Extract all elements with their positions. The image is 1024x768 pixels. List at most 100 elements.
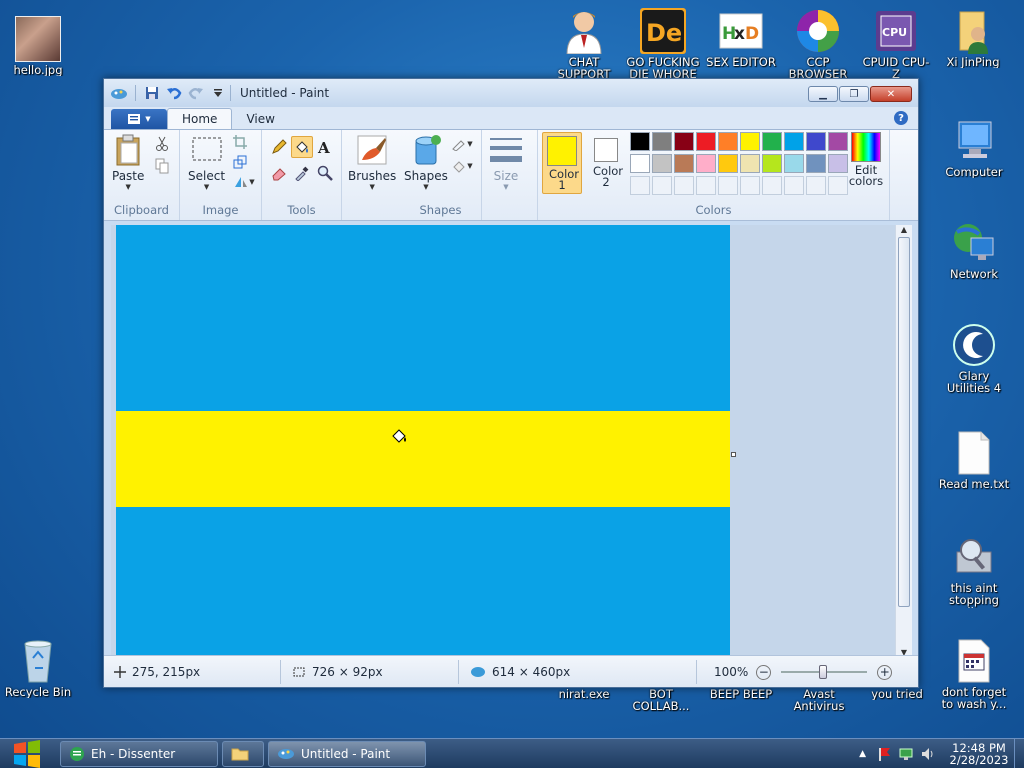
- color-swatch[interactable]: [828, 154, 848, 173]
- desktop-icon-computer[interactable]: Computer: [937, 118, 1011, 178]
- eraser-button[interactable]: [268, 162, 290, 184]
- title-bar[interactable]: Untitled - Paint ▁ ❐ ✕: [104, 79, 918, 107]
- color-swatch[interactable]: [762, 176, 782, 195]
- network-tray-icon[interactable]: [898, 746, 914, 762]
- edit-colors-button[interactable]: Edit colors: [846, 132, 886, 187]
- color-swatch[interactable]: [652, 154, 672, 173]
- color-swatch[interactable]: [762, 132, 782, 151]
- desktop-icon-hello[interactable]: hello.jpg: [1, 16, 75, 76]
- undo-icon[interactable]: [165, 84, 183, 102]
- desktop-icon-network[interactable]: Network: [937, 220, 1011, 280]
- paste-button[interactable]: Paste ▼: [112, 134, 144, 191]
- select-button[interactable]: Select ▼: [188, 134, 225, 191]
- color-swatch[interactable]: [674, 176, 694, 195]
- color-swatch[interactable]: [718, 176, 738, 195]
- copy-button[interactable]: [152, 156, 172, 176]
- desktop-icon-readme[interactable]: Read me.txt: [937, 430, 1011, 490]
- brushes-button[interactable]: Brushes ▼: [348, 134, 396, 191]
- desktop-icon-cpuid[interactable]: CPU CPUID CPU-Z: [859, 8, 933, 80]
- zoom-slider[interactable]: [781, 665, 868, 679]
- colors-group-label: Colors: [695, 203, 732, 217]
- vertical-scrollbar[interactable]: ▲ ▼: [895, 225, 912, 657]
- color-swatch[interactable]: [652, 176, 672, 195]
- show-hidden-icons-icon[interactable]: ▲: [859, 749, 866, 759]
- pencil-button[interactable]: [268, 136, 290, 158]
- desktop-icon-this-aint[interactable]: this aint stopping di...: [937, 534, 1011, 608]
- drawing-canvas[interactable]: [116, 225, 730, 657]
- color-swatch[interactable]: [696, 176, 716, 195]
- color-swatch[interactable]: [696, 132, 716, 151]
- color-swatch[interactable]: [806, 132, 826, 151]
- color1-button[interactable]: Color 1: [542, 132, 582, 194]
- text-button[interactable]: A: [314, 136, 336, 158]
- desktop-icon-chat-support[interactable]: CHAT SUPPORT: [547, 8, 621, 80]
- size-button[interactable]: Size ▼: [490, 134, 522, 191]
- desktop-icon-sex-editor[interactable]: HxD SEX EDITOR: [704, 8, 778, 68]
- desktop-icon-glary[interactable]: Glary Utilities 4: [937, 322, 1011, 394]
- color-swatch[interactable]: [806, 154, 826, 173]
- close-icon: ✕: [886, 88, 896, 100]
- color2-button[interactable]: Color 2: [586, 132, 626, 194]
- rotate-button[interactable]: ▼: [230, 172, 258, 192]
- desktop-icon-de[interactable]: De GO FUCKING DIE WHORE: [626, 8, 700, 80]
- desktop-icon-dont-forget[interactable]: dont forget to wash y...: [937, 638, 1011, 710]
- tab-view[interactable]: View: [232, 108, 288, 129]
- color-swatch[interactable]: [762, 154, 782, 173]
- color-picker-button[interactable]: [291, 162, 313, 184]
- show-desktop-button[interactable]: [1014, 739, 1024, 768]
- color-swatch[interactable]: [674, 132, 694, 151]
- color-swatch[interactable]: [784, 132, 804, 151]
- paint-menu-button[interactable]: ▼: [111, 109, 167, 129]
- color-swatch[interactable]: [718, 154, 738, 173]
- resize-button[interactable]: [230, 152, 250, 172]
- paint-app-icon[interactable]: [110, 84, 128, 102]
- maximize-button[interactable]: ❐: [839, 86, 869, 102]
- color-swatch[interactable]: [740, 154, 760, 173]
- color-swatch[interactable]: [784, 154, 804, 173]
- redo-icon[interactable]: [187, 84, 205, 102]
- color-swatch[interactable]: [828, 132, 848, 151]
- zoom-out-icon[interactable]: −: [756, 664, 772, 680]
- color-swatch[interactable]: [630, 176, 650, 195]
- taskbar-item-explorer[interactable]: [222, 741, 264, 767]
- color-swatch[interactable]: [630, 132, 650, 151]
- color-swatch[interactable]: [630, 154, 650, 173]
- volume-icon[interactable]: [920, 746, 936, 762]
- crop-button[interactable]: [230, 132, 250, 152]
- color-swatch[interactable]: [696, 154, 716, 173]
- cut-button[interactable]: [152, 134, 172, 154]
- customize-toolbar-icon[interactable]: [209, 84, 227, 102]
- outline-button[interactable]: ▼: [448, 134, 476, 154]
- clock[interactable]: 12:48 PM 2/28/2023: [944, 742, 1014, 766]
- desktop-icon-xi-jinping[interactable]: Xi JinPing: [936, 8, 1010, 68]
- close-button[interactable]: ✕: [870, 86, 912, 102]
- zoom-in-icon[interactable]: +: [877, 664, 893, 680]
- color-swatch[interactable]: [740, 176, 760, 195]
- help-icon[interactable]: ?: [894, 111, 908, 125]
- color-swatch[interactable]: [652, 132, 672, 151]
- fill-button[interactable]: [291, 136, 313, 158]
- desktop-icon-recycle-bin[interactable]: Recycle Bin: [1, 638, 75, 698]
- desktop-icon-ccp-browser[interactable]: CCP BROWSER: [781, 8, 855, 80]
- color-swatch[interactable]: [740, 132, 760, 151]
- color-swatch[interactable]: [828, 176, 848, 195]
- color-swatch[interactable]: [718, 132, 738, 151]
- color-swatch[interactable]: [674, 154, 694, 173]
- save-icon[interactable]: [143, 84, 161, 102]
- scroll-thumb[interactable]: [898, 237, 910, 607]
- tab-home[interactable]: Home: [167, 108, 233, 129]
- taskbar-item-dissenter[interactable]: Eh - Dissenter: [60, 741, 218, 767]
- scroll-up-icon[interactable]: ▲: [896, 225, 912, 234]
- fill-shape-button[interactable]: ▼: [448, 156, 476, 176]
- action-center-flag-icon[interactable]: [876, 746, 892, 762]
- zoom-slider-thumb[interactable]: [819, 665, 828, 679]
- magnifier-button[interactable]: [314, 162, 336, 184]
- minimize-button[interactable]: ▁: [808, 86, 838, 102]
- shapes-button[interactable]: Shapes ▼: [404, 134, 448, 191]
- color-swatch[interactable]: [806, 176, 826, 195]
- resize-handle[interactable]: [731, 452, 736, 457]
- taskbar-item-paint[interactable]: Untitled - Paint: [268, 741, 426, 767]
- start-button[interactable]: [6, 739, 48, 768]
- canvas-viewport[interactable]: [111, 225, 904, 657]
- color-swatch[interactable]: [784, 176, 804, 195]
